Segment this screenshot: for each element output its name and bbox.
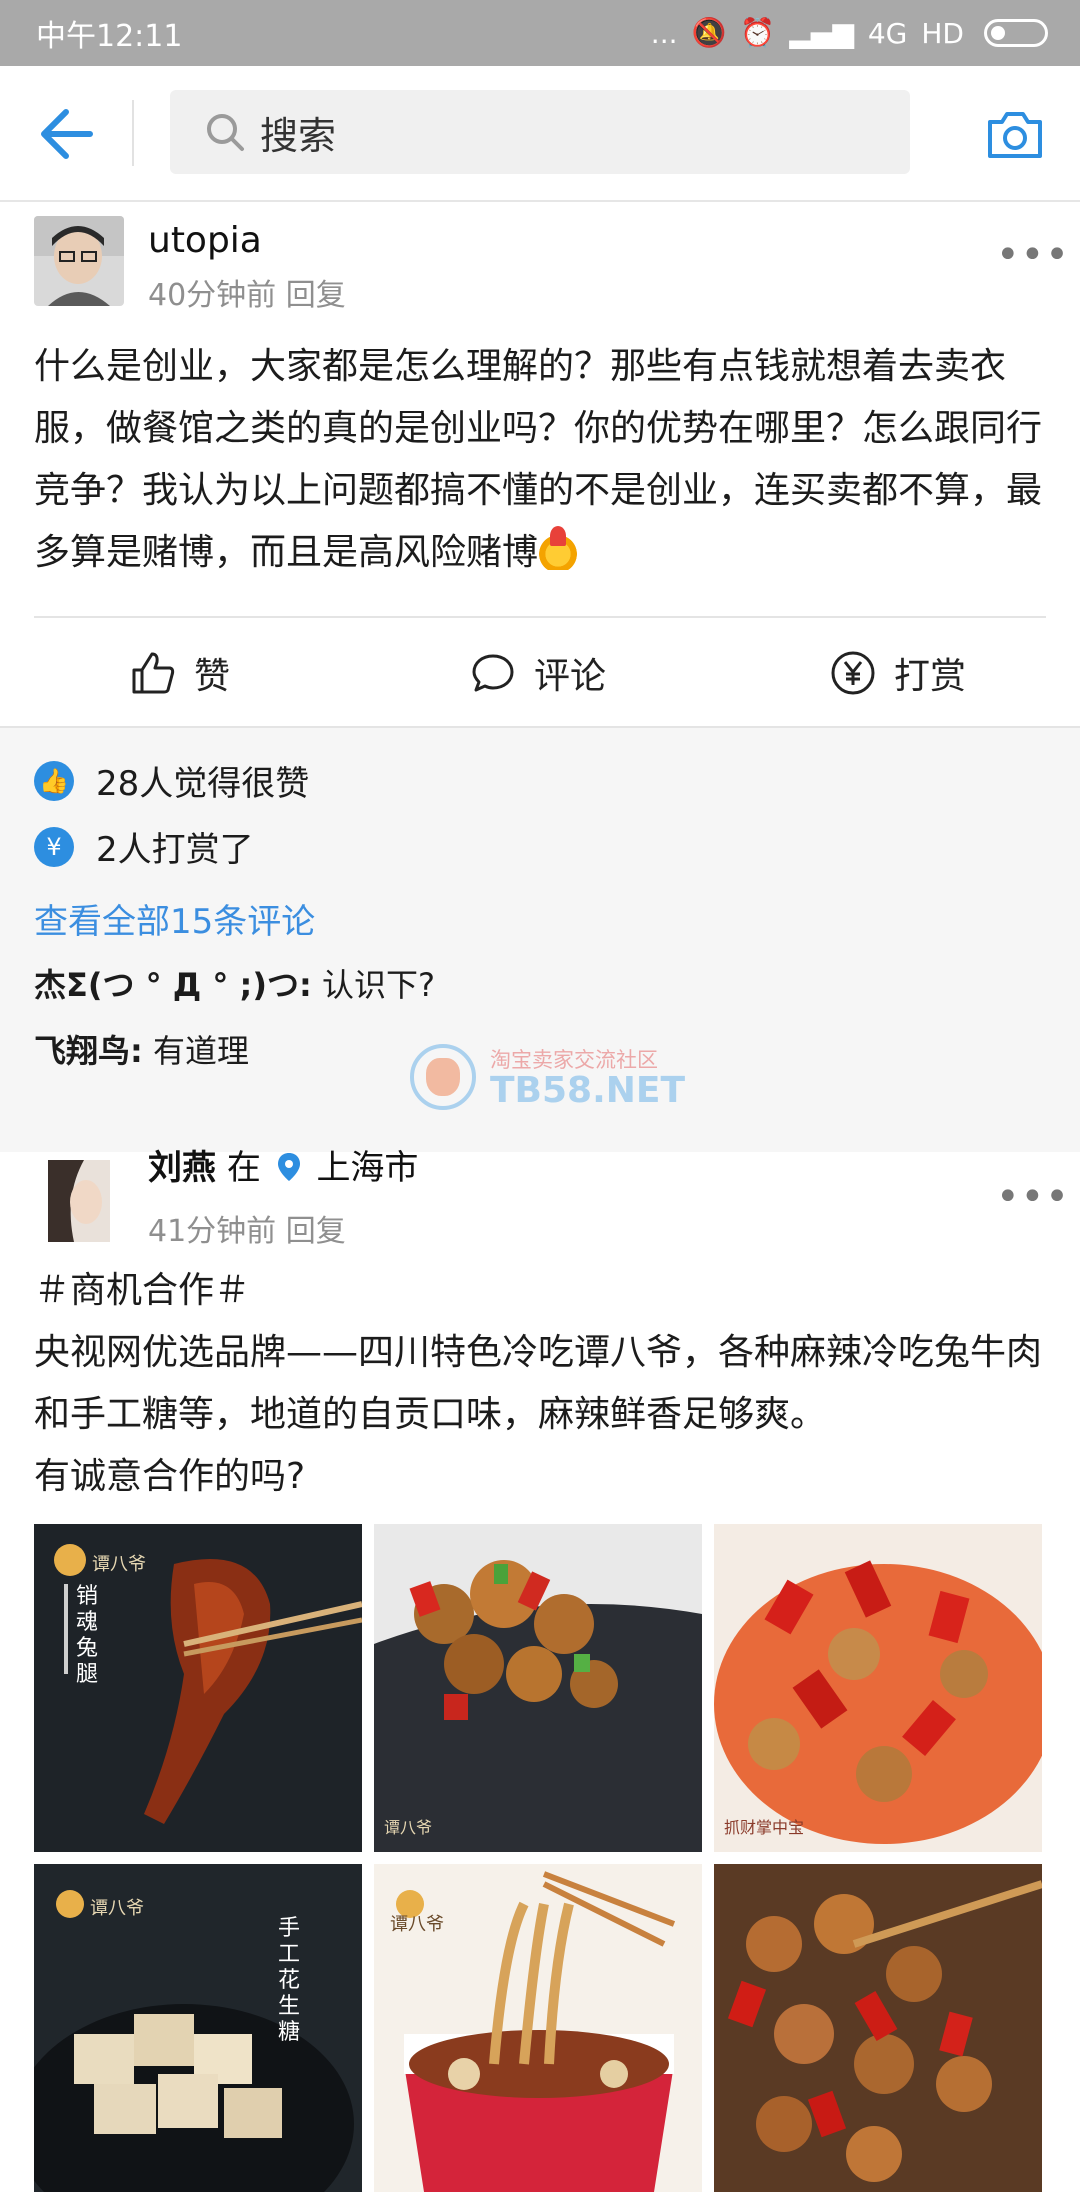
post-location[interactable]: 上海市 xyxy=(316,1148,418,1188)
watermark-en: TB58.NET xyxy=(490,1070,686,1111)
like-label: 赞 xyxy=(194,656,231,697)
comment-button[interactable]: 评论 xyxy=(470,618,606,728)
comment-bubble-icon xyxy=(472,654,514,692)
notification-dots: ... xyxy=(650,16,678,50)
food-image xyxy=(34,1524,362,1852)
watermark-hand-icon xyxy=(426,1058,460,1096)
comment-text: 有道理 xyxy=(142,1032,249,1070)
yen-badge-icon: ¥ xyxy=(34,826,74,867)
food-image xyxy=(714,1524,1042,1852)
camera-button[interactable] xyxy=(986,108,1044,160)
comment-author: 杰Σ(つ ° Д ° ;)つ: xyxy=(34,966,312,1004)
tips-text: 2人打赏了 xyxy=(96,830,254,870)
comment-item[interactable]: 飞翔鸟: 有道理 xyxy=(34,1026,249,1072)
watermark: 淘宝卖家交流社区 TB58.NET xyxy=(410,1040,685,1120)
post-meta: 40分钟前 回复 xyxy=(148,270,346,314)
thumbs-up-icon xyxy=(132,652,175,694)
post-username[interactable]: 刘燕 xyxy=(148,1148,216,1188)
food-image xyxy=(34,1864,362,2192)
image-tile[interactable]: 谭八爷 xyxy=(374,1864,702,2192)
more-button[interactable]: ••• xyxy=(996,1174,1070,1220)
status-time: 中午12:11 xyxy=(36,19,183,54)
battery-icon xyxy=(984,19,1048,47)
post-card: utopia 40分钟前 回复 ••• 什么是创业，大家都是怎么理解的？那些有点… xyxy=(0,204,1080,724)
reply-link[interactable]: 回复 xyxy=(286,1214,346,1249)
post-time: 41分钟前 xyxy=(148,1214,277,1249)
thumbs-up-badge-icon: 👍 xyxy=(34,760,74,801)
post-time: 40分钟前 xyxy=(148,278,277,313)
avatar[interactable] xyxy=(34,1156,124,1246)
location-pin-icon xyxy=(277,1153,300,1181)
more-button[interactable]: ••• xyxy=(996,232,1070,278)
camera-icon xyxy=(988,112,1042,158)
signal-icon: ▂▄▆ xyxy=(789,16,854,49)
back-button[interactable] xyxy=(36,106,96,162)
post-body-text: 央视网优选品牌——四川特色冷吃谭八爷，各种麻辣冷吃兔牛肉和手工糖等，地道的自贡口… xyxy=(34,1332,1043,1435)
avatar-image xyxy=(34,1156,124,1246)
image-tile[interactable] xyxy=(714,1864,1042,2192)
hd-indicator: HD xyxy=(921,16,964,50)
reply-link[interactable]: 回复 xyxy=(286,278,346,313)
post-username[interactable]: utopia xyxy=(148,220,262,261)
post-body: ＃商机合作＃ 央视网优选品牌——四川特色冷吃谭八爷，各种麻辣冷吃兔牛肉和手工糖等… xyxy=(34,1260,1044,1508)
mute-icon: 🔕 xyxy=(691,16,727,49)
food-image xyxy=(374,1524,702,1852)
post-author-line: 刘燕 在 上海市 xyxy=(148,1140,418,1189)
comment-item[interactable]: 杰Σ(つ ° Д ° ;)つ: 认识下? xyxy=(34,960,435,1006)
image-brand: 谭八爷 xyxy=(90,1898,144,1919)
search-placeholder: 搜索 xyxy=(260,113,337,158)
image-tile[interactable]: 谭八爷 手工花生糖 xyxy=(34,1864,362,2192)
image-tile[interactable]: 抓财掌中宝 xyxy=(714,1524,1042,1852)
food-image xyxy=(714,1864,1042,2192)
status-icons: ... 🔕 ⏰ ▂▄▆ 4G HD xyxy=(651,17,1048,50)
action-bar: 赞 评论 打赏 xyxy=(0,618,1080,728)
image-brand: 谭八爷 xyxy=(384,1818,433,1837)
at-text: 在 xyxy=(226,1148,261,1188)
post-card: 刘燕 在 上海市 41分钟前 回复 ••• ＃商机合作＃ 央视网优选品牌——四川… xyxy=(0,1148,1080,2192)
alarm-icon: ⏰ xyxy=(740,16,776,49)
top-bar: 搜索 xyxy=(0,66,1080,202)
search-input[interactable]: 搜索 xyxy=(170,90,910,174)
network-type: 4G xyxy=(867,16,908,50)
post-body: 什么是创业，大家都是怎么理解的？那些有点钱就想着去卖衣服，做餐馆之类的真的是创业… xyxy=(34,336,1044,584)
fire-emoji-icon xyxy=(538,526,579,570)
post-question: 有诚意合作的吗? xyxy=(34,1456,306,1497)
comment-text: 认识下? xyxy=(311,966,435,1004)
header-divider xyxy=(132,100,134,166)
status-bar: 中午12:11 ... 🔕 ⏰ ▂▄▆ 4G HD xyxy=(0,0,1080,66)
post-meta: 41分钟前 回复 xyxy=(148,1206,346,1250)
image-brand: 谭八爷 xyxy=(92,1554,146,1575)
likes-summary[interactable]: 👍 28人觉得很赞 xyxy=(34,756,309,805)
tip-button[interactable]: 打赏 xyxy=(830,618,966,728)
yen-coin-icon xyxy=(831,651,875,695)
image-tile[interactable]: 谭八爷 xyxy=(374,1524,702,1852)
search-icon xyxy=(207,114,244,151)
image-tile[interactable]: 谭八爷 销魂兔腿 xyxy=(34,1524,362,1852)
image-caption: 手工花生糖 xyxy=(278,1916,301,2045)
comment-label: 评论 xyxy=(534,656,607,697)
image-caption: 销魂兔腿 xyxy=(76,1584,99,1687)
like-button[interactable]: 赞 xyxy=(130,618,230,728)
topic-tag[interactable]: ＃商机合作＃ xyxy=(34,1260,1044,1322)
avatar[interactable] xyxy=(34,216,124,306)
likes-text: 28人觉得很赞 xyxy=(96,764,310,804)
tips-summary[interactable]: ¥ 2人打赏了 xyxy=(34,822,254,871)
tip-label: 打赏 xyxy=(894,656,967,697)
back-arrow-icon xyxy=(41,109,93,159)
image-brand: 谭八爷 xyxy=(390,1914,444,1935)
view-all-comments-link[interactable]: 查看全部15条评论 xyxy=(34,894,315,943)
avatar-image xyxy=(34,216,124,306)
image-caption: 抓财掌中宝 xyxy=(724,1818,805,1837)
image-grid: 谭八爷 销魂兔腿 谭八爷 抓财掌中宝 谭八爷 手工花生糖 谭八爷 xyxy=(34,1524,1046,2192)
comment-author: 飞翔鸟: xyxy=(34,1032,143,1070)
